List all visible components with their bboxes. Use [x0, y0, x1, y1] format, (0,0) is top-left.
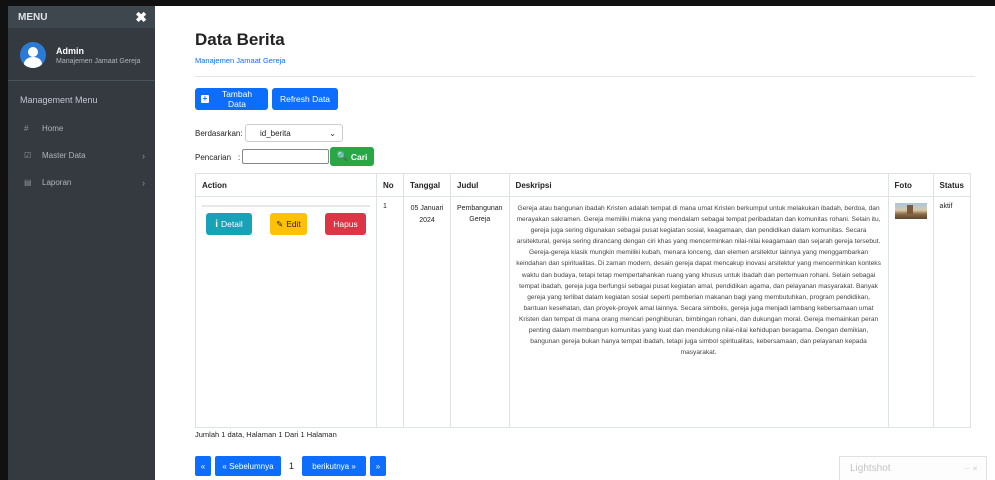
next-page-button[interactable]: berikutnya » [302, 456, 367, 476]
first-page-button[interactable]: « [195, 456, 211, 476]
add-data-label: Tambah Data [221, 89, 253, 109]
church-photo[interactable] [894, 203, 927, 219]
action-cell: i Detail ✎ Edit Hapus [195, 196, 377, 428]
pagination: « « Sebelumnya 1 berikutnya » » [195, 456, 390, 476]
column-header-action: Action [195, 173, 377, 197]
main-content: Data Berita Manajemen Jamaat Gereja + Ta… [155, 6, 995, 480]
user-panel[interactable]: Admin Manajemen Jamaat Gereja [8, 28, 155, 81]
search-separator: : [238, 153, 241, 162]
sort-select[interactable]: id_berita ⌄ [245, 124, 343, 142]
edit-icon: ✎ [276, 218, 284, 229]
chevron-down-icon: ⌄ [329, 128, 336, 138]
sidebar-section-title: Management Menu [20, 95, 98, 105]
row-description: Gereja atau bangunan ibadah Kristen adal… [508, 196, 889, 428]
column-header-status: Status [932, 173, 972, 197]
lightshot-title: Lightshot [850, 463, 891, 474]
sidebar-item-home[interactable]: # Home [8, 115, 155, 142]
search-input[interactable] [242, 149, 329, 164]
column-header-tanggal: Tanggal [403, 173, 451, 197]
search-button-label: Cari [350, 151, 368, 162]
sidebar-item-label: Master Data [42, 151, 86, 160]
row-title: Pembangunan Gereja [450, 196, 510, 428]
column-header-foto: Foto [887, 173, 934, 197]
header-divider [195, 76, 975, 77]
close-icon[interactable]: ✖ [135, 10, 147, 24]
info-icon: i [215, 218, 219, 230]
sort-label: Berdasarkan: [195, 129, 243, 138]
table-header-row: Action No Tanggal Judul Deskripsi Foto S… [195, 173, 972, 197]
search-icon: 🔍 [336, 151, 348, 161]
row-status: aktif [932, 196, 972, 428]
window-left-border [0, 0, 8, 480]
row-number: 1 [376, 196, 404, 428]
search-label: Pencarian [195, 153, 232, 162]
prev-page-button[interactable]: « Sebelumnya [215, 456, 281, 476]
plus-icon: + [201, 94, 209, 103]
avatar [20, 42, 46, 68]
breadcrumb[interactable]: Manajemen Jamaat Gereja [195, 56, 285, 65]
close-icon[interactable]: ㅡ ✕ [964, 464, 978, 474]
sidebar-header: MENU ✖ [8, 6, 155, 28]
last-page-button[interactable]: » [370, 456, 387, 476]
home-icon: # [24, 124, 29, 133]
column-header-deskripsi: Deskripsi [508, 173, 889, 197]
sidebar-menu-label: MENU [18, 11, 48, 23]
detail-button-label: Detail [221, 219, 243, 229]
detail-button[interactable]: i Detail [206, 213, 252, 235]
user-role: Manajemen Jamaat Gereja [56, 57, 141, 65]
report-icon: ▤ [24, 178, 32, 187]
pagination-summary: Jumlah 1 data, Halaman 1 Dari 1 Halaman [195, 430, 337, 439]
row-date: 05 Januari 2024 [403, 196, 451, 428]
search-button[interactable]: 🔍 Cari [330, 147, 374, 166]
page-title: Data Berita [195, 30, 285, 49]
edit-icon: ☑ [24, 151, 32, 160]
delete-button[interactable]: Hapus [325, 213, 366, 235]
add-data-button[interactable]: + Tambah Data [195, 88, 268, 110]
user-name: Admin [56, 45, 84, 56]
table-row: i Detail ✎ Edit Hapus 1 05 Januari 2024 … [195, 196, 972, 428]
sidebar-item-master-data[interactable]: ☑ Master Data › [8, 142, 155, 169]
lightshot-overlay[interactable]: Lightshot ㅡ ✕ [839, 456, 987, 480]
edit-button-label: Edit [286, 219, 301, 229]
chevron-right-icon: › [142, 150, 145, 161]
current-page: 1 [289, 461, 295, 471]
sidebar-item-laporan[interactable]: ▤ Laporan › [8, 169, 155, 196]
sidebar: MENU ✖ Admin Manajemen Jamaat Gereja Man… [8, 6, 155, 480]
data-table: Action No Tanggal Judul Deskripsi Foto S… [195, 173, 972, 428]
photo-cell [887, 196, 934, 428]
column-header-judul: Judul [450, 173, 510, 197]
chevron-right-icon: › [142, 177, 145, 188]
edit-button[interactable]: ✎ Edit [270, 213, 307, 235]
sort-select-value: id_berita [260, 128, 291, 138]
column-header-no: No [376, 173, 404, 197]
sidebar-item-label: Home [42, 124, 64, 133]
refresh-data-button[interactable]: Refresh Data [272, 88, 338, 110]
sidebar-item-label: Laporan [42, 178, 72, 187]
